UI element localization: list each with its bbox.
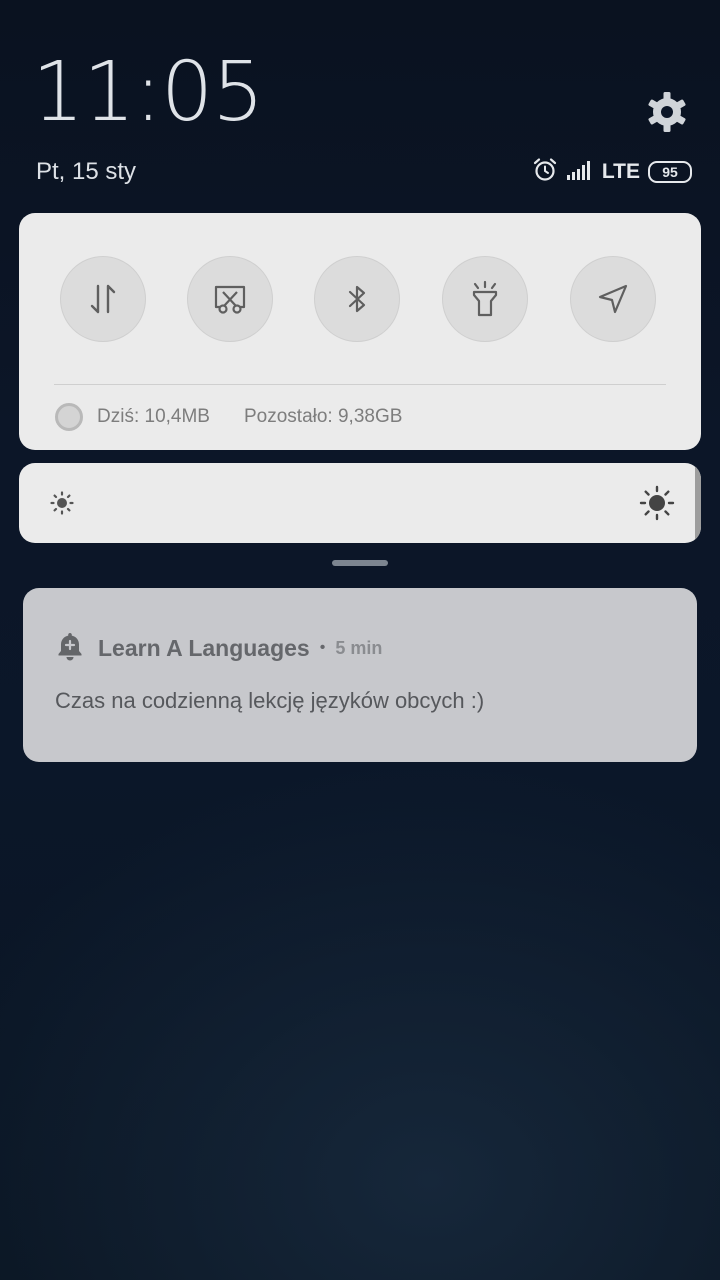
alarm-clock-icon — [532, 157, 558, 188]
data-today: Dziś: 10,4MB — [97, 406, 210, 427]
network-type: LTE — [601, 160, 640, 183]
qs-divider — [54, 384, 666, 385]
toggle-location[interactable] — [570, 256, 656, 342]
toggle-bluetooth[interactable] — [314, 256, 400, 342]
bluetooth-icon — [348, 285, 366, 313]
toggle-flashlight[interactable] — [442, 256, 528, 342]
notification-separator: • — [319, 639, 326, 656]
brightness-high-icon — [639, 485, 675, 526]
status-bar: LTE 95 — [532, 156, 692, 188]
data-usage-row[interactable]: Dziś: 10,4MB Pozostało: 9,38GB — [55, 402, 402, 432]
flashlight-icon — [472, 280, 498, 317]
quick-settings-panel: Dziś: 10,4MB Pozostało: 9,38GB — [19, 213, 701, 450]
notification-time: 5 min — [335, 637, 383, 658]
notification-message: Czas na codzienną lekcję języków obcych … — [55, 688, 485, 713]
scissors-screenshot-icon — [214, 285, 246, 314]
data-usage-icon — [55, 403, 83, 431]
location-arrow-icon — [598, 284, 628, 314]
brightness-track-end — [695, 463, 701, 543]
notification-app-name: Learn A Languages — [98, 634, 310, 661]
notification-header: Learn A Languages • 5 min — [56, 632, 382, 664]
data-remaining: Pozostało: 9,38GB — [243, 406, 403, 427]
bell-plus-icon — [56, 631, 84, 666]
notification-card[interactable]: Learn A Languages • 5 min Czas na codzie… — [23, 588, 697, 762]
battery-icon: 95 — [648, 161, 692, 183]
toggle-mobile-data[interactable] — [60, 256, 146, 342]
battery-level: 95 — [662, 164, 678, 180]
cellular-signal-icon — [566, 159, 594, 186]
panel-drag-handle[interactable] — [332, 560, 388, 566]
gear-icon[interactable] — [645, 90, 689, 134]
lock-clock: 11:05 — [32, 45, 264, 140]
data-transfer-arrows-icon — [90, 284, 116, 314]
toggle-screenshot[interactable] — [187, 256, 273, 342]
brightness-slider[interactable] — [19, 463, 701, 543]
lock-date: Pt, 15 sty — [36, 158, 137, 185]
brightness-low-icon — [49, 490, 75, 521]
